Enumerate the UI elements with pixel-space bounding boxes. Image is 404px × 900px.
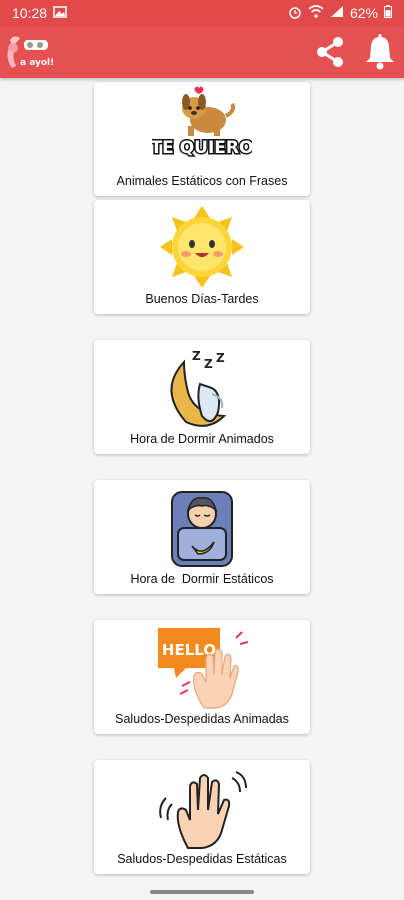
wifi-icon [308,5,324,21]
smiling-sun-icon [152,204,252,290]
category-label: Buenos Días-Tardes [145,292,259,306]
gallery-notification-icon [53,5,67,21]
category-label: Hora de Dormir Estáticos [130,572,274,586]
category-label: Saludos-Despedidas Estáticas [117,852,287,866]
category-card[interactable]: Z Z Z Hora de Dormir Animados [94,340,310,454]
gesture-nav-handle[interactable] [150,890,254,894]
category-label: Animales Estáticos con Frases [116,174,288,188]
category-card[interactable]: Hora de Dormir Estáticos [94,480,310,594]
status-time: 10:28 [12,5,48,21]
category-label: Saludos-Despedidas Animadas [115,712,289,726]
category-card[interactable]: HELLO Saludos-Despedidas Animadas [94,620,310,734]
art-text: TE QUIERO [152,138,252,158]
alarm-icon [288,5,302,22]
logo-text: a ayol! [20,58,55,68]
category-card[interactable]: TE QUIERO Animales Estáticos con Frases [94,82,310,196]
app-bar: a ayol! [0,26,404,78]
svg-text:Z: Z [216,351,225,365]
share-button[interactable] [310,32,350,72]
share-icon [310,37,350,76]
category-label: Hora de Dormir Animados [130,432,274,446]
sleeping-moon-icon: Z Z Z [152,344,252,430]
battery-percent: 62% [349,5,378,21]
signal-icon [330,5,344,21]
status-bar: 10:28 62% [0,0,404,26]
waving-hand-icon [152,764,252,850]
category-card[interactable]: Buenos Días-Tardes [94,200,310,314]
dog-te-quiero-icon: TE QUIERO [149,86,255,172]
notifications-button[interactable] [360,32,400,72]
hello-wave-icon: HELLO [152,624,252,710]
svg-text:Z: Z [192,349,201,363]
category-card[interactable]: Saludos-Despedidas Estáticas [94,760,310,874]
sleeping-baby-icon [152,484,252,570]
svg-text:Z: Z [204,357,213,371]
battery-icon [384,5,392,21]
bell-icon [360,34,400,76]
